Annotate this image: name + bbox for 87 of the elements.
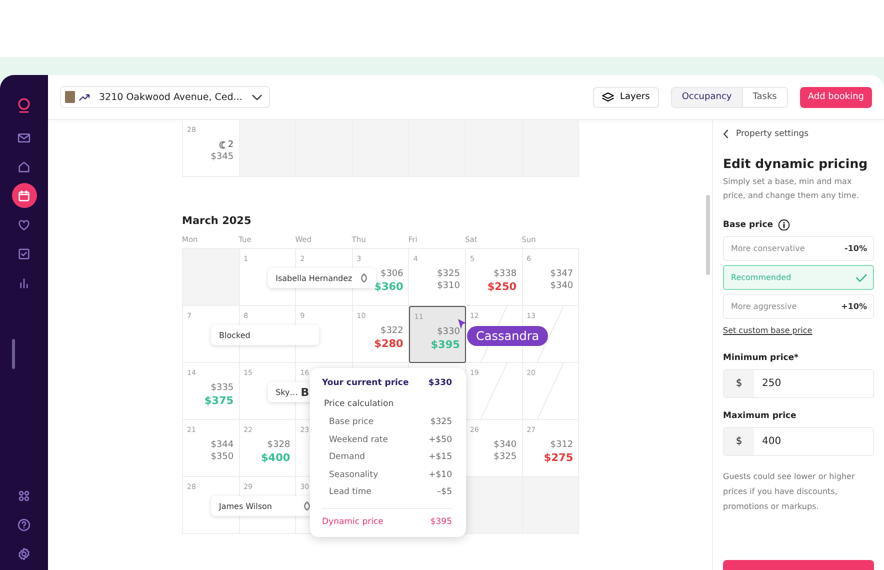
factor-value: $325 [430,416,452,429]
dynamic-price: $350 [210,452,234,462]
panel-description: Simply set a base, min and max price, and change them any time. [723,176,860,202]
price-field[interactable]: $ 250 [723,369,874,398]
scroll-indicator [12,339,14,369]
factor-label: Weekend rate [329,434,388,446]
dynamic-price: $275 [544,452,574,464]
factor-label: Demand [329,451,366,464]
base-price: $306 [380,269,404,279]
base-price: $312 [550,440,574,450]
back-link[interactable]: Property settings [723,128,874,140]
field-label: Base price [723,220,773,230]
property-selector[interactable]: 3210 Oakwood Avenue, Ced... [60,86,270,108]
factor-value: +$15 [428,451,452,464]
base-price: $344 [210,440,234,450]
section-title: Price calculation [324,399,395,409]
dynamic-price: $310 [437,281,460,291]
dynamic-price: $280 [374,338,404,350]
base-price: $330 [437,327,460,337]
factor-value: –$5 [436,486,452,499]
base-price: $338 [494,269,517,279]
photo-placeholder [65,91,75,103]
nights-count: 2 [218,140,234,150]
pricing-note: Guests could see lower or higher prices if you have discounts, promotions or markups. [723,471,856,513]
dynamic-price: $375 [204,395,234,407]
layers-icon [602,92,614,102]
source-icon [360,273,368,283]
base-price: $340 [494,440,517,450]
base-price: $347 [550,269,574,279]
layers-button[interactable]: Layers [593,86,659,108]
chevron-down-icon [252,94,262,100]
dynamic-price-value: $395 [430,516,452,526]
moon-icon [218,141,227,149]
guest-initial: B [300,386,310,398]
factor-label: Base price [329,416,374,429]
trend-up-icon [79,92,91,102]
custom-price-link[interactable]: Set custom base price [723,326,874,335]
field-label: Maximum price [723,411,798,421]
panel-title: Edit dynamic pricing [723,156,869,171]
heart-icon[interactable] [17,218,31,232]
blocked-bar[interactable]: Blocked [211,325,319,345]
price-field[interactable]: $ 400 [723,427,874,456]
pricing-option[interactable]: More aggressive +10% [723,294,874,319]
factor-value: +$10 [428,468,452,482]
pricing-option[interactable]: Recommended [723,265,874,290]
collaborator-cursor-label: Cassandra [467,326,548,346]
source-icon [303,501,311,511]
view-tab[interactable]: Occupancy [672,88,743,106]
base-price: $325 [437,269,460,279]
mail-icon[interactable] [17,130,31,144]
nav-button[interactable] [12,183,36,208]
help-icon[interactable] [17,518,31,532]
bulb-logo-icon [15,97,33,115]
calendar-icon[interactable] [17,188,31,202]
current-price-value: $330 [428,378,452,388]
field-label: Minimum price* [723,353,800,363]
pricing-option[interactable]: More conservative -10% [723,236,874,261]
scrollbar-thumb[interactable] [706,195,710,275]
booking-bar[interactable]: Isabella Hernandez [268,268,376,288]
factor-value: +$50 [428,434,452,446]
month-title: March 2025 [182,215,252,227]
info-icon[interactable] [778,219,790,231]
dynamic-price: $395 [430,339,460,351]
base-price: $328 [267,440,290,450]
base-price: $322 [380,326,404,336]
home-icon[interactable] [17,160,31,174]
day-cell[interactable] [466,477,523,534]
current-price-label: Your current price [322,378,409,388]
property-name: 3210 Oakwood Avenue, Ced... [99,92,242,102]
factor-label: Seasonality [329,468,378,482]
check-icon [856,274,867,282]
base-price: $335 [210,383,234,393]
factor-label: Lead time [329,486,372,499]
dynamic-price: $340 [550,281,574,291]
grid-icon[interactable] [17,488,31,502]
dynamic-price: $325 [494,452,517,462]
dynamic-price: $250 [487,281,517,293]
dynamic-price-label: Dynamic price [322,516,384,526]
currency-prefix: $ [724,370,754,397]
base-price: $345 [210,152,234,162]
currency-prefix: $ [724,428,754,455]
dynamic-price: $400 [260,452,290,464]
chevron-left-icon [723,129,729,139]
dynamic-price: $360 [374,281,404,293]
settings-icon[interactable] [17,546,31,560]
add-booking-button[interactable]: Add booking [800,86,872,108]
checkbox-icon[interactable] [17,246,31,260]
